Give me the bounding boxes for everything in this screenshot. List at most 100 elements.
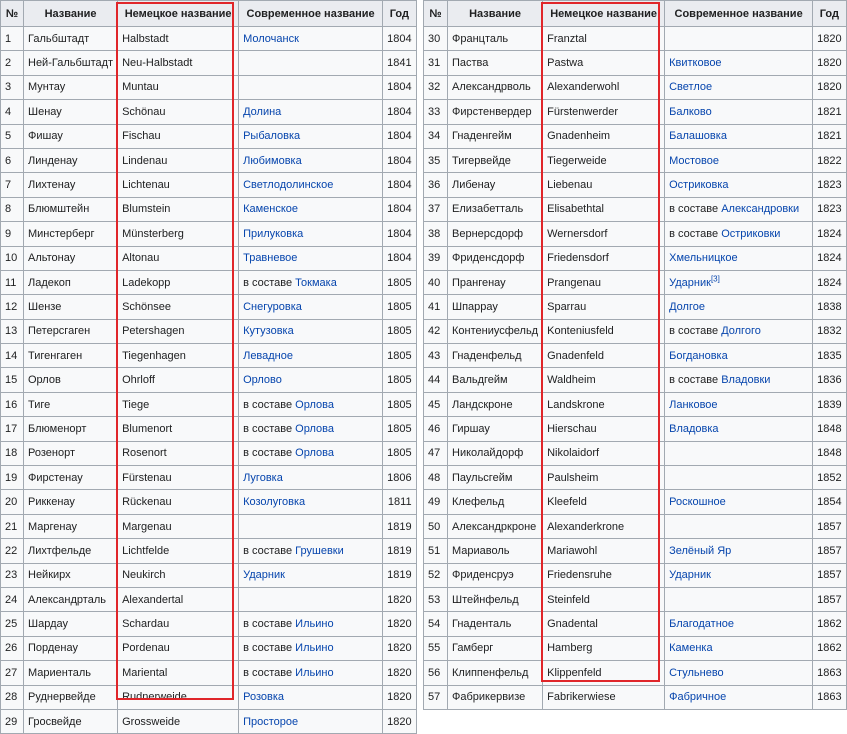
modern-name-link[interactable]: Орлова: [295, 447, 334, 459]
settlement-name: Блюменорт: [22, 416, 119, 442]
modern-name-link[interactable]: Стульнево: [669, 667, 724, 679]
modern-name-link[interactable]: Ильино: [295, 667, 333, 679]
table-row: 21 Маргенау Margenau 1819: [0, 513, 417, 540]
modern-name-cell: [238, 513, 384, 540]
modern-name-link[interactable]: Ланковое: [669, 399, 717, 411]
row-number: 50: [423, 513, 448, 540]
modern-name-link[interactable]: Левадное: [243, 350, 293, 362]
modern-name-link[interactable]: Любимовка: [243, 155, 302, 167]
modern-name-cell: Стульнево: [664, 660, 814, 686]
modern-name-cell: в составе Орлова: [238, 391, 384, 418]
settlement-name: Фишау: [22, 123, 119, 149]
modern-name-link[interactable]: Козолуговка: [243, 496, 305, 508]
modern-name-link[interactable]: Молочанск: [243, 33, 299, 45]
modern-name-link[interactable]: Светлое: [669, 81, 712, 93]
modern-name-link[interactable]: Ударник: [669, 277, 711, 289]
modern-name-link[interactable]: Орлова: [295, 423, 334, 435]
row-number: 49: [423, 489, 448, 515]
modern-name-link[interactable]: Фабричное: [669, 691, 726, 703]
modern-name-link[interactable]: Балково: [669, 106, 712, 118]
german-name: Alexandertal: [117, 586, 240, 613]
modern-name-link[interactable]: Прилуковка: [243, 228, 303, 240]
row-number: 7: [0, 172, 24, 198]
modern-name-link[interactable]: Розовка: [243, 691, 284, 703]
header-modern-name[interactable]: Современное название: [664, 0, 814, 27]
founding-year: 1811: [382, 489, 417, 515]
modern-name-link[interactable]: Балашовка: [669, 130, 727, 142]
row-number: 44: [423, 367, 448, 393]
modern-name-cell: Козолуговка: [238, 489, 384, 515]
founding-year: 1805: [382, 440, 417, 467]
modern-name-link[interactable]: Каменское: [243, 203, 298, 215]
reference-link[interactable]: [3]: [711, 274, 720, 283]
row-number: 6: [0, 147, 24, 174]
header-name[interactable]: Название: [22, 0, 119, 27]
modern-name-link[interactable]: Хмельницкое: [669, 252, 738, 264]
founding-year: 1862: [812, 635, 847, 662]
modern-name-link[interactable]: Благодатное: [669, 618, 734, 630]
header-german-name[interactable]: Немецкое название: [117, 0, 240, 27]
header-year[interactable]: Год: [812, 0, 847, 27]
founding-year: 1824: [812, 269, 847, 296]
modern-name-link[interactable]: Долгое: [669, 301, 705, 313]
modern-name-link[interactable]: Токмака: [295, 277, 337, 289]
modern-name-link[interactable]: Ильино: [295, 618, 333, 630]
header-german-name[interactable]: Немецкое название: [542, 0, 666, 27]
header-number-sort[interactable]: №: [423, 0, 448, 27]
modern-name-link[interactable]: Светлодолинское: [243, 179, 333, 191]
modern-name-link[interactable]: Снегуровка: [243, 301, 302, 313]
modern-name-link[interactable]: Мостовое: [669, 155, 719, 167]
table-row: 26 Порденау Pordenau в составе Ильино 1820: [0, 635, 417, 662]
german-name: Pastwa: [542, 50, 666, 76]
modern-name-prefix: в составе: [243, 642, 296, 655]
table-row: 48 Паульсгейм Paulsheim 1852: [423, 465, 847, 491]
modern-name-link[interactable]: Роскошное: [669, 496, 726, 508]
german-name: Wernersdorf: [542, 221, 666, 247]
modern-name-link[interactable]: Орлова: [295, 399, 334, 411]
modern-name-link[interactable]: Кутузовка: [243, 325, 294, 337]
founding-year: 1820: [812, 25, 847, 52]
row-number: 57: [423, 684, 448, 710]
modern-name-link[interactable]: Грушевки: [295, 545, 344, 557]
row-number: 8: [0, 196, 24, 223]
modern-name-link[interactable]: Александровки: [721, 203, 799, 215]
modern-name-cell: [238, 50, 384, 76]
modern-name-cell: Долгое: [664, 294, 814, 320]
german-name: Tiege: [117, 391, 240, 418]
modern-name-link[interactable]: Ударник: [243, 569, 285, 581]
modern-name-link[interactable]: Ударник: [669, 569, 711, 581]
header-modern-name[interactable]: Современное название: [238, 0, 384, 27]
table-row: 12 Шензе Schönsee Снегуровка 1805: [0, 294, 417, 320]
modern-name-link[interactable]: Долгого: [721, 325, 761, 337]
table-row: 42 Контениусфельд Konteniusfeld в составе Д…: [423, 318, 847, 345]
settlement-name: Ней-Гальбштадт: [22, 50, 119, 76]
modern-name-link[interactable]: Орлово: [243, 374, 282, 386]
header-name[interactable]: Название: [446, 0, 544, 27]
modern-name-link[interactable]: Владовки: [721, 374, 770, 386]
header-year[interactable]: Год: [382, 0, 417, 27]
table-row: 50 Александркроне Alexanderkrone 1857: [423, 513, 847, 540]
modern-name-link[interactable]: Луговка: [243, 472, 283, 484]
row-number: 14: [0, 343, 24, 369]
founding-year: 1857: [812, 513, 847, 540]
modern-name-link[interactable]: Каменка: [669, 642, 712, 654]
modern-name-link[interactable]: Зелёный Яр: [669, 545, 731, 557]
modern-name-prefix: в составе: [669, 227, 722, 240]
modern-name-link[interactable]: Владовка: [669, 423, 718, 435]
modern-name-cell: Рыбаловка: [238, 123, 384, 149]
modern-name-link[interactable]: Просторое: [243, 716, 298, 728]
modern-name-link[interactable]: Рыбаловка: [243, 130, 300, 142]
modern-name-link[interactable]: Богдановка: [669, 350, 728, 362]
header-number-sort[interactable]: №: [0, 0, 24, 27]
modern-name-link[interactable]: Ильино: [295, 642, 333, 654]
modern-name-link[interactable]: Остриковки: [721, 228, 780, 240]
modern-name-link[interactable]: Квитковое: [669, 57, 721, 69]
settlement-name: Прангенау: [446, 269, 544, 296]
row-number: 18: [0, 440, 24, 467]
german-name: Friedensruhe: [542, 562, 666, 588]
modern-name-link[interactable]: Травневое: [243, 252, 297, 264]
german-name: Mariawohl: [542, 538, 666, 564]
settlement-name: Клиппенфельд: [446, 660, 544, 686]
modern-name-link[interactable]: Остриковка: [669, 179, 728, 191]
modern-name-link[interactable]: Долина: [243, 106, 281, 118]
